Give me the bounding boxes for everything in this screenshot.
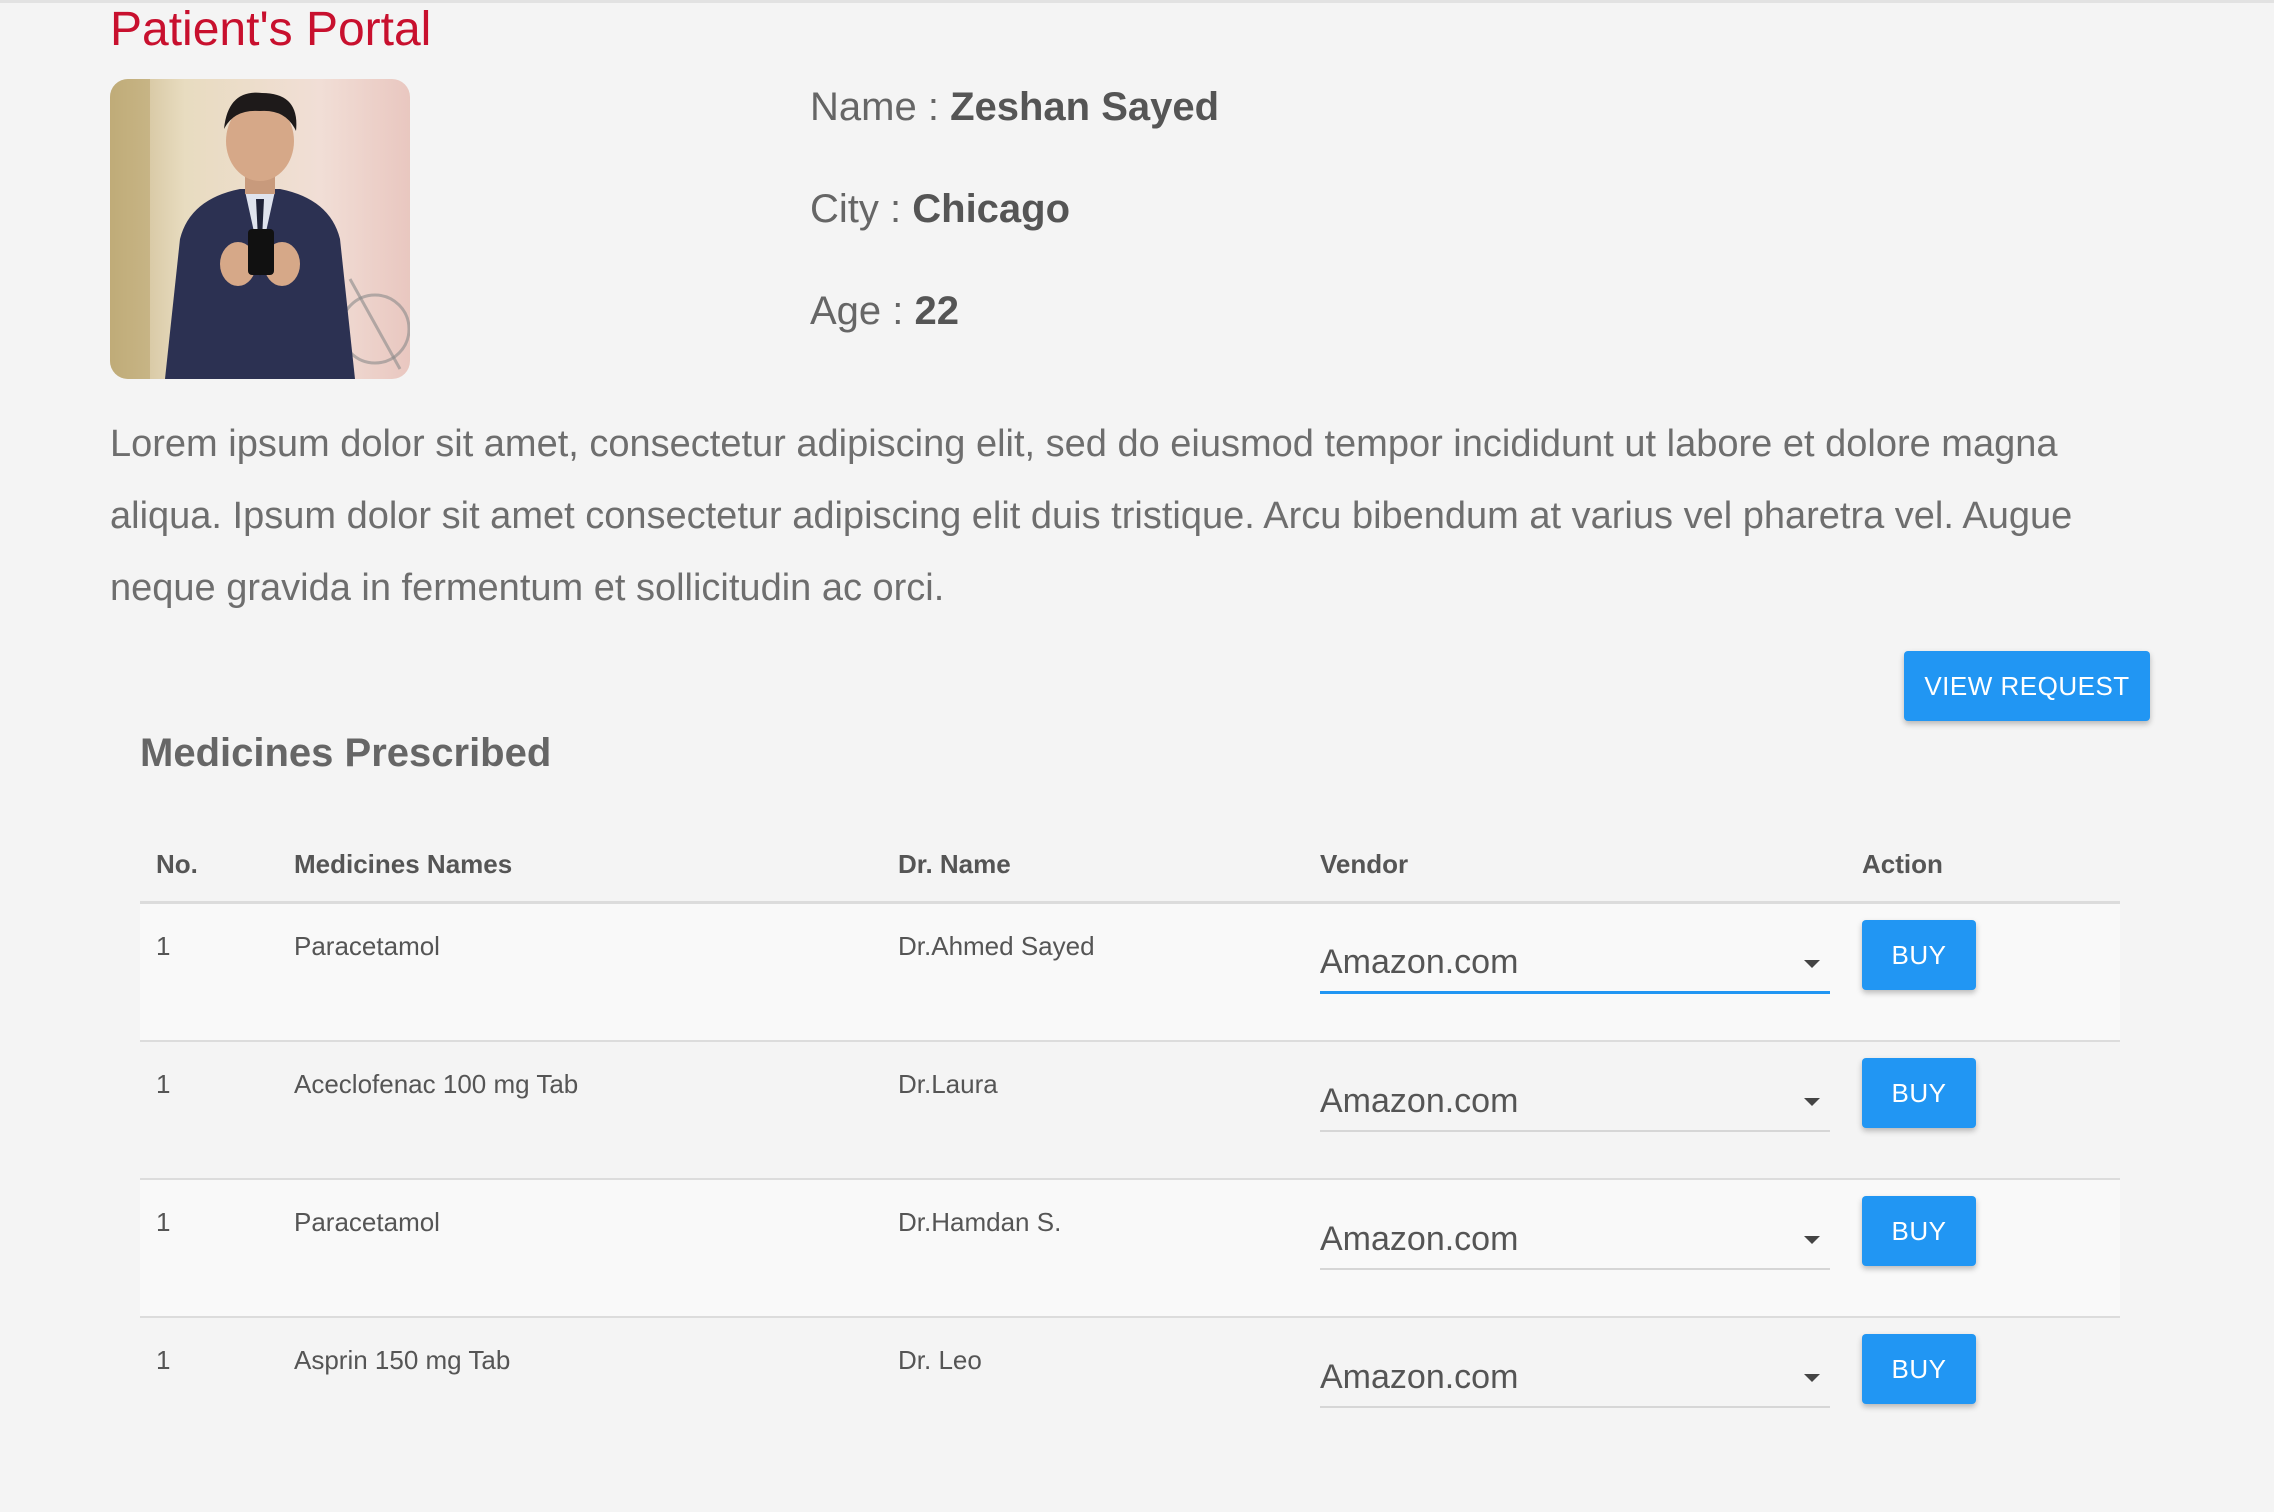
vendor-selected-value: Amazon.com — [1320, 1357, 1519, 1396]
buy-button[interactable]: BUY — [1862, 920, 1976, 990]
doctor-name: Dr.Laura — [898, 1069, 998, 1099]
table-row: 1 Paracetamol Dr.Ahmed Sayed Amazon.com … — [140, 904, 2120, 1042]
row-number: 1 — [156, 1345, 171, 1375]
column-header-no: No. — [156, 849, 198, 879]
medicines-section-title: Medicines Prescribed — [140, 731, 552, 775]
patient-name: Zeshan Sayed — [950, 85, 1220, 129]
table-row: 1 Paracetamol Dr.Hamdan S. Amazon.com BU… — [140, 1180, 2120, 1318]
doctor-name: Dr. Leo — [898, 1345, 982, 1375]
patient-age-row: Age : 22 — [810, 289, 959, 334]
column-header-action: Action — [1862, 849, 1943, 879]
patient-portal-page: Patient's Portal Name: Zeshan Sayed Cit… — [0, 0, 2274, 1512]
name-label: Name : — [810, 85, 939, 129]
vendor-selected-value: Amazon.com — [1320, 943, 1519, 981]
medicine-name: Paracetamol — [294, 931, 440, 961]
dropdown-caret-icon — [1804, 1098, 1820, 1106]
page-title: Patient's Portal — [110, 3, 432, 56]
table-header: No. Medicines Names Dr. Name Vendor Acti… — [140, 829, 2120, 904]
medicine-name: Paracetamol — [294, 1207, 440, 1237]
dropdown-caret-icon — [1804, 960, 1820, 968]
buy-button[interactable]: BUY — [1862, 1058, 1976, 1128]
patient-photo — [110, 79, 410, 379]
vendor-selected-value: Amazon.com — [1320, 1219, 1519, 1258]
medicine-name: Asprin 150 mg Tab — [294, 1345, 511, 1375]
medicine-name: Aceclofenac 100 mg Tab — [294, 1069, 579, 1099]
patient-city: Chicago — [912, 187, 1071, 231]
buy-button[interactable]: BUY — [1862, 1334, 1976, 1404]
column-header-medicine: Medicines Names — [294, 849, 513, 879]
city-label: City : — [810, 187, 902, 231]
age-label: Age : — [810, 289, 904, 333]
row-number: 1 — [156, 1069, 171, 1099]
table-row: 1 Aceclofenac 100 mg Tab Dr.Laura Amazon… — [140, 1042, 2120, 1180]
buy-button[interactable]: BUY — [1862, 1196, 1976, 1266]
doctor-name: Dr.Ahmed Sayed — [898, 931, 1095, 961]
vendor-select[interactable]: Amazon.com — [1320, 1072, 1830, 1132]
patient-name-row: Name : Zeshan Sayed — [810, 85, 1219, 130]
dropdown-caret-icon — [1804, 1374, 1820, 1382]
table-row: 1 Asprin 150 mg Tab Dr. Leo Amazon.com B… — [140, 1318, 2120, 1454]
vendor-select[interactable]: Amazon.com — [1320, 934, 1830, 994]
patient-bio: Lorem ipsum dolor sit amet, consectetur … — [110, 423, 2073, 609]
dropdown-caret-icon — [1804, 1236, 1820, 1244]
vendor-select[interactable]: Amazon.com — [1320, 1210, 1830, 1270]
vendor-select[interactable]: Amazon.com — [1320, 1348, 1830, 1408]
column-header-vendor: Vendor — [1320, 849, 1409, 879]
vendor-selected-value: Amazon.com — [1320, 1081, 1519, 1120]
doctor-name: Dr.Hamdan S. — [898, 1207, 1062, 1237]
medicines-table: No. Medicines Names Dr. Name Vendor Acti… — [140, 829, 2120, 1454]
row-number: 1 — [156, 931, 171, 961]
patient-city-row: City : Chicago — [810, 187, 1070, 232]
patient-age: 22 — [914, 289, 960, 333]
view-request-button[interactable]: VIEW REQUEST — [1904, 651, 2150, 721]
avatar — [110, 79, 410, 379]
column-header-doctor: Dr. Name — [898, 849, 1011, 879]
row-number: 1 — [156, 1207, 171, 1237]
